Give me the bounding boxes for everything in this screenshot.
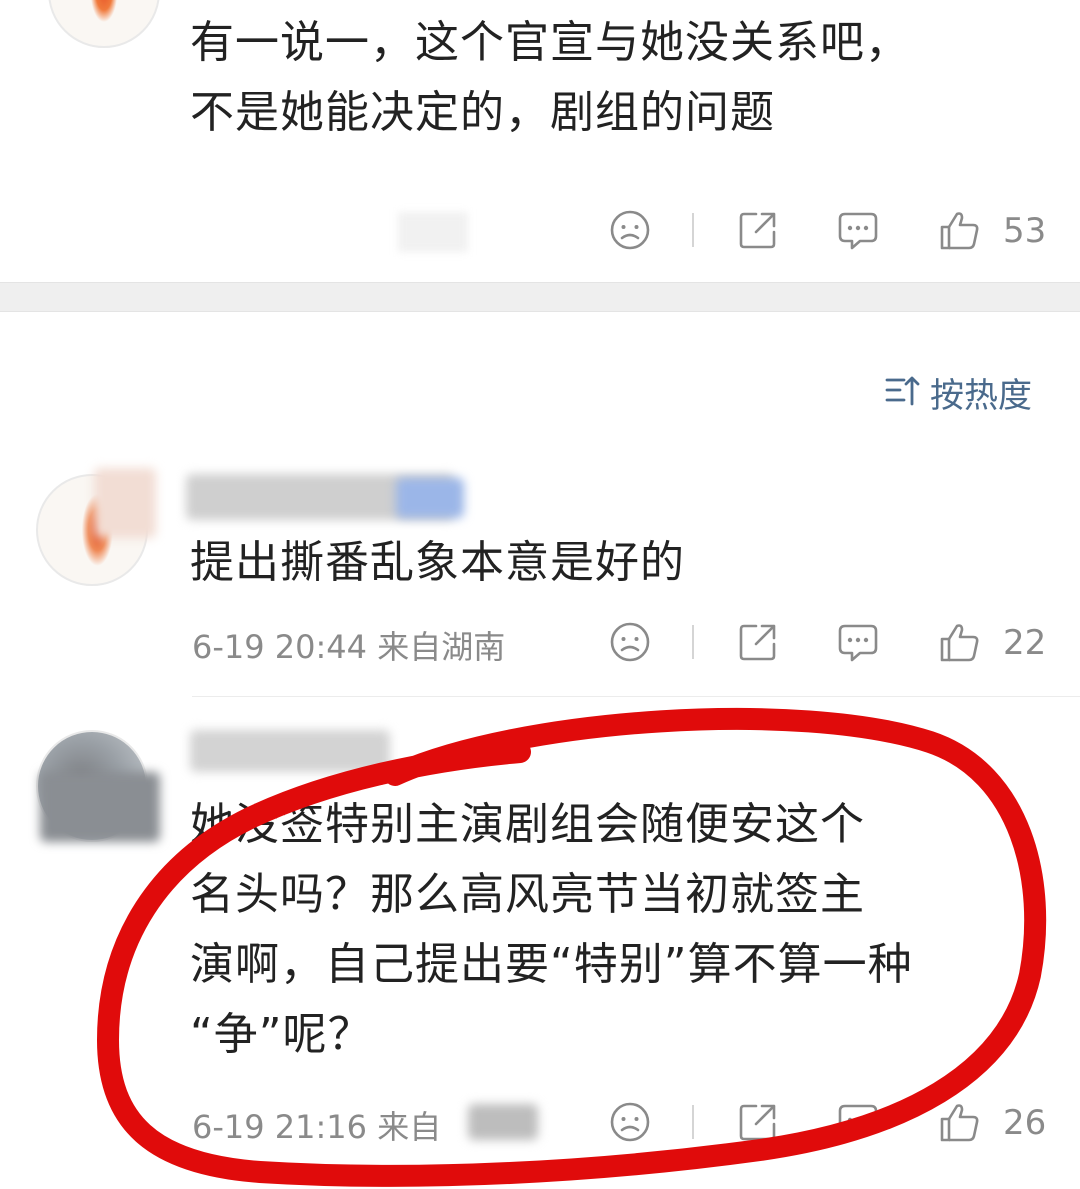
comment-2-avatar-blur — [40, 772, 160, 842]
comment-1-like-count: 22 — [1003, 623, 1047, 663]
share-icon[interactable] — [736, 620, 780, 664]
like-thumb-icon[interactable] — [938, 208, 982, 252]
comment-2-text-line-2: 名头吗？那么高风亮节当初就签主 — [190, 869, 865, 920]
comment-2-location-obscured — [468, 1104, 538, 1140]
comment-2-text-line-4: “争”呢？ — [190, 1009, 373, 1060]
sort-down-arrow-icon[interactable] — [884, 372, 922, 410]
comment-2-text-line-3: 演啊，自己提出要“特别”算不算一种 — [190, 939, 913, 990]
sort-by-hot-button[interactable]: 按热度 — [930, 368, 1032, 417]
post-blurred-element — [398, 212, 468, 252]
comment-1-meta: 6-19 20:44 来自湖南 — [192, 628, 506, 666]
post-like-count: 53 — [1003, 211, 1047, 251]
comment-icon[interactable] — [836, 208, 880, 252]
comment-divider — [192, 696, 1080, 697]
post-text-line-1: 有一说一，这个官宣与她没关系吧， — [190, 17, 910, 68]
comment-1-badge — [396, 478, 464, 518]
action-divider — [692, 213, 694, 247]
comment-icon[interactable] — [836, 1100, 880, 1144]
section-separator — [0, 282, 1080, 312]
share-icon[interactable] — [736, 208, 780, 252]
comment-1-text-line-1: 提出撕番乱象本意是好的 — [190, 537, 685, 588]
like-thumb-icon[interactable] — [938, 620, 982, 664]
action-divider — [692, 625, 694, 659]
dislike-face-icon[interactable] — [608, 208, 652, 252]
comment-2-meta: 6-19 21:16 来自 — [192, 1108, 442, 1146]
post-author-avatar[interactable] — [48, 0, 160, 48]
comment-2-like-count: 26 — [1003, 1103, 1047, 1143]
dislike-face-icon[interactable] — [608, 620, 652, 664]
red-annotation-circle — [97, 707, 1047, 1187]
like-thumb-icon[interactable] — [938, 1100, 982, 1144]
dislike-face-icon[interactable] — [608, 1100, 652, 1144]
comment-2-username[interactable] — [190, 730, 390, 772]
comment-1-username[interactable] — [94, 468, 156, 538]
comment-2-text-line-1: 她没签特别主演剧组会随便安这个 — [190, 799, 865, 850]
share-icon[interactable] — [736, 1100, 780, 1144]
action-divider — [692, 1105, 694, 1139]
comment-icon[interactable] — [836, 620, 880, 664]
post-text-line-2: 不是她能决定的，剧组的问题 — [190, 87, 775, 138]
